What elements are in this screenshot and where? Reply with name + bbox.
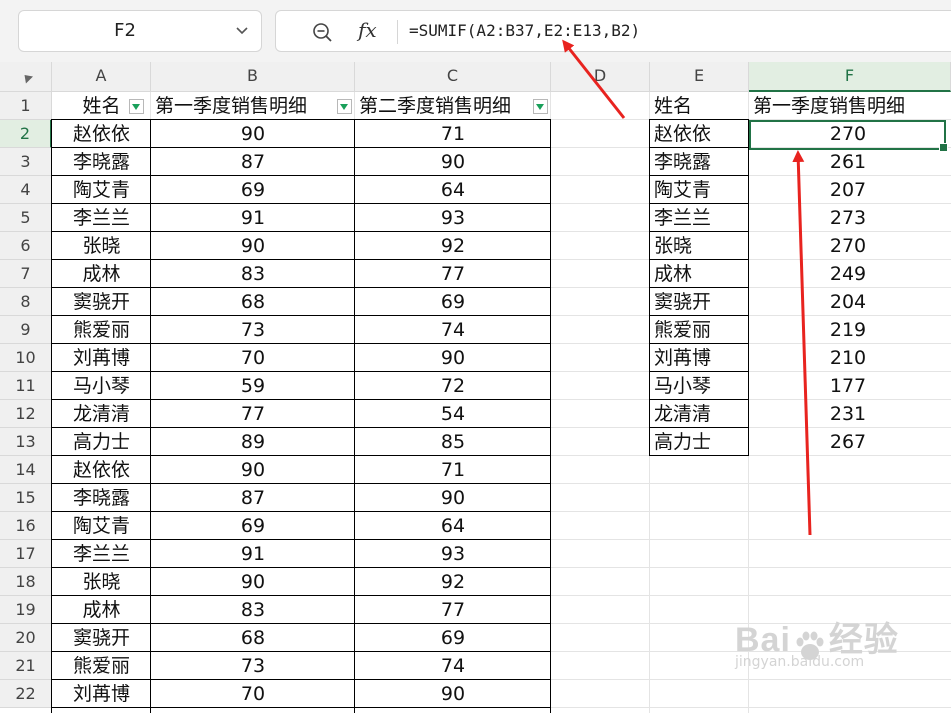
arrow-to-formula (562, 39, 626, 119)
watermark: Bai 经验 jingyan.baidu.com (735, 612, 899, 670)
annotation-arrows (562, 39, 812, 536)
arrow-to-cell (792, 150, 812, 536)
watermark-url: jingyan.baidu.com (735, 654, 865, 670)
